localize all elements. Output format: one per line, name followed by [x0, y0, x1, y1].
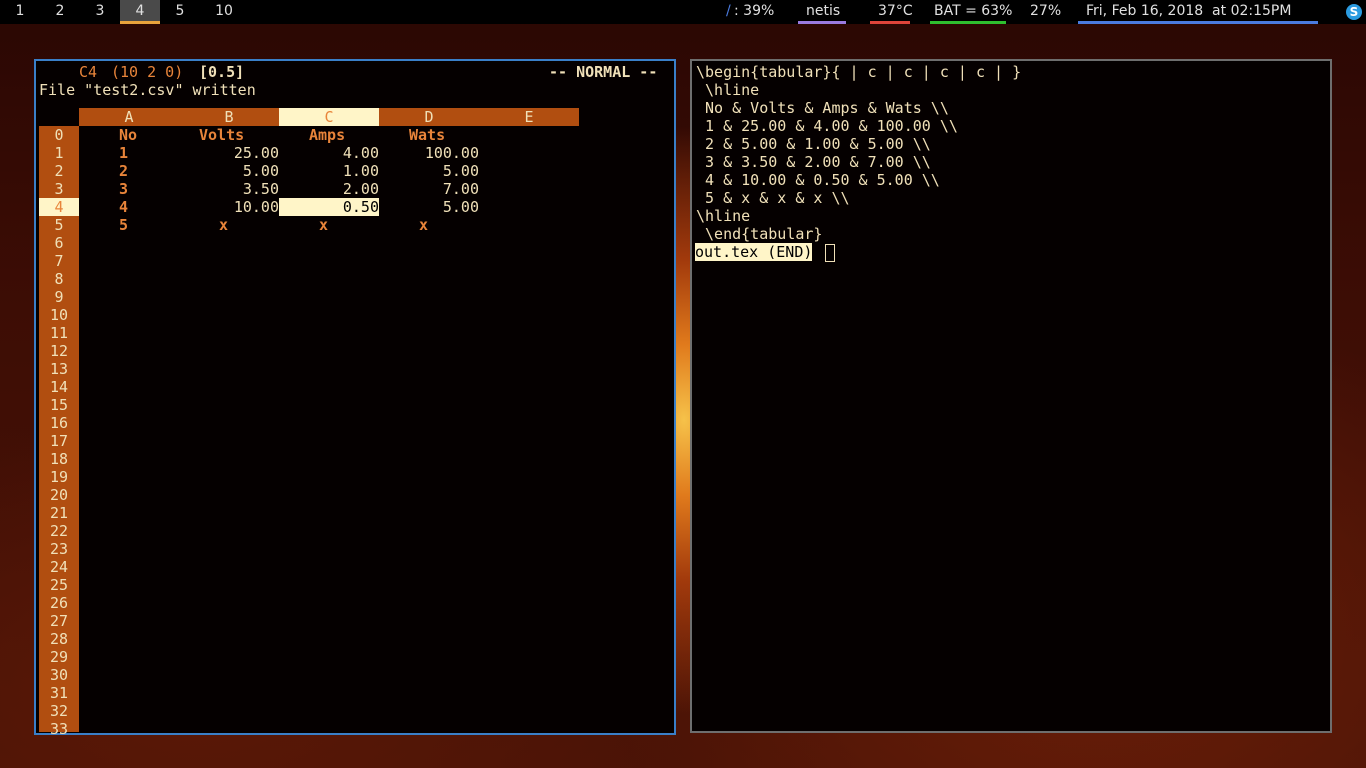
cell-d2[interactable]: 5.00: [379, 162, 479, 180]
cell-b4[interactable]: 10.00: [179, 198, 279, 216]
cell-c2[interactable]: 1.00: [279, 162, 379, 180]
row-number-30[interactable]: 30: [39, 666, 79, 684]
tex-line: \hline: [696, 81, 760, 99]
status-message: File "test2.csv" written: [39, 81, 256, 99]
tex-line: \hline: [696, 207, 751, 225]
row-number-6[interactable]: 6: [39, 234, 79, 252]
column-header-e[interactable]: E: [479, 108, 579, 126]
row-number-18[interactable]: 18: [39, 450, 79, 468]
row-number-3[interactable]: 3: [39, 180, 79, 198]
column-header-d[interactable]: D: [379, 108, 479, 126]
disk-usage: : 39%: [734, 3, 775, 19]
row-number-32[interactable]: 32: [39, 702, 79, 720]
tex-line: 1 & 25.00 & 4.00 & 100.00 \\: [696, 117, 958, 135]
disk-icon: /: [726, 3, 731, 19]
cell-info: (10 2 0): [111, 63, 184, 81]
row-number-17[interactable]: 17: [39, 432, 79, 450]
workspace-4[interactable]: 4: [120, 0, 160, 24]
cell-c0[interactable]: Amps: [309, 126, 409, 144]
row-number-16[interactable]: 16: [39, 414, 79, 432]
volume-level: 27%: [1030, 3, 1062, 19]
cell-d3[interactable]: 7.00: [379, 180, 479, 198]
row-number-29[interactable]: 29: [39, 648, 79, 666]
row-number-24[interactable]: 24: [39, 558, 79, 576]
row-number-0[interactable]: 0: [39, 126, 79, 144]
spreadsheet-terminal[interactable]: C4 (10 2 0) [0.5] -- NORMAL -- File "tes…: [34, 59, 676, 738]
row-number-11[interactable]: 11: [39, 324, 79, 342]
cell-d5[interactable]: x: [419, 216, 439, 234]
cell-a2[interactable]: 2: [119, 162, 139, 180]
skype-icon[interactable]: S: [1346, 4, 1362, 20]
cell-c1[interactable]: 4.00: [279, 144, 379, 162]
cell-a4[interactable]: 4: [119, 198, 139, 216]
cell-d1[interactable]: 100.00: [379, 144, 479, 162]
cell-b2[interactable]: 5.00: [179, 162, 279, 180]
row-number-19[interactable]: 19: [39, 468, 79, 486]
tex-line: 3 & 3.50 & 2.00 & 7.00 \\: [696, 153, 931, 171]
cell-b1[interactable]: 25.00: [179, 144, 279, 162]
row-number-13[interactable]: 13: [39, 360, 79, 378]
workspace-1[interactable]: 1: [8, 0, 32, 24]
tex-line: 4 & 10.00 & 0.50 & 5.00 \\: [696, 171, 940, 189]
row-number-9[interactable]: 9: [39, 288, 79, 306]
row-number-25[interactable]: 25: [39, 576, 79, 594]
tex-line: No & Volts & Amps & Wats \\: [696, 99, 949, 117]
row-number-33[interactable]: 33: [39, 720, 79, 738]
temperature-underline: [870, 21, 910, 24]
tex-line: \begin{tabular}{ | c | c | c | c | }: [696, 63, 1022, 81]
cell-c3[interactable]: 2.00: [279, 180, 379, 198]
tex-line: 2 & 5.00 & 1.00 & 5.00 \\: [696, 135, 931, 153]
row-number-20[interactable]: 20: [39, 486, 79, 504]
row-number-15[interactable]: 15: [39, 396, 79, 414]
battery-underline: [930, 21, 1006, 24]
row-number-27[interactable]: 27: [39, 612, 79, 630]
cell-b5[interactable]: x: [219, 216, 239, 234]
text-cursor: [825, 244, 835, 262]
date-time-underline: [1078, 21, 1318, 24]
row-number-21[interactable]: 21: [39, 504, 79, 522]
workspace-3[interactable]: 3: [88, 0, 112, 24]
tex-line: \end{tabular}: [696, 225, 823, 243]
current-cell-ref: C4: [79, 63, 98, 81]
cell-a5[interactable]: 5: [119, 216, 139, 234]
cell-a1[interactable]: 1: [119, 144, 139, 162]
tex-line: 5 & x & x & x \\: [696, 189, 850, 207]
cell-d4[interactable]: 5.00: [379, 198, 479, 216]
row-number-28[interactable]: 28: [39, 630, 79, 648]
workspace-5[interactable]: 5: [168, 0, 192, 24]
row-number-8[interactable]: 8: [39, 270, 79, 288]
pager-terminal[interactable]: \begin{tabular}{ | c | c | c | c | } \hl…: [690, 59, 1332, 733]
row-number-5[interactable]: 5: [39, 216, 79, 234]
network-underline: [798, 21, 846, 24]
cell-b3[interactable]: 3.50: [179, 180, 279, 198]
cell-value: [0.5]: [199, 63, 245, 81]
cell-a3[interactable]: 3: [119, 180, 139, 198]
row-number-23[interactable]: 23: [39, 540, 79, 558]
row-number-26[interactable]: 26: [39, 594, 79, 612]
workspace-2[interactable]: 2: [48, 0, 72, 24]
row-number-31[interactable]: 31: [39, 684, 79, 702]
row-number-12[interactable]: 12: [39, 342, 79, 360]
column-header-c[interactable]: C: [279, 108, 379, 126]
cell-d0[interactable]: Wats: [409, 126, 509, 144]
cell-c4[interactable]: 0.50: [279, 198, 379, 216]
row-number-22[interactable]: 22: [39, 522, 79, 540]
cell-b0[interactable]: Volts: [199, 126, 299, 144]
row-number-7[interactable]: 7: [39, 252, 79, 270]
top-status-bar: 1 2 3 4 5 10 / : 39% netis 37°C BAT = 63…: [0, 0, 1366, 24]
column-header-a[interactable]: A: [79, 108, 179, 126]
row-number-2[interactable]: 2: [39, 162, 79, 180]
row-number-10[interactable]: 10: [39, 306, 79, 324]
workspace-10[interactable]: 10: [210, 0, 238, 24]
mode-indicator: -- NORMAL --: [549, 63, 658, 81]
cell-c5[interactable]: x: [319, 216, 339, 234]
row-number-14[interactable]: 14: [39, 378, 79, 396]
row-number-1[interactable]: 1: [39, 144, 79, 162]
column-header-b[interactable]: B: [179, 108, 279, 126]
pager-status: out.tex (END): [695, 243, 813, 261]
row-number-4[interactable]: 4: [39, 198, 79, 216]
